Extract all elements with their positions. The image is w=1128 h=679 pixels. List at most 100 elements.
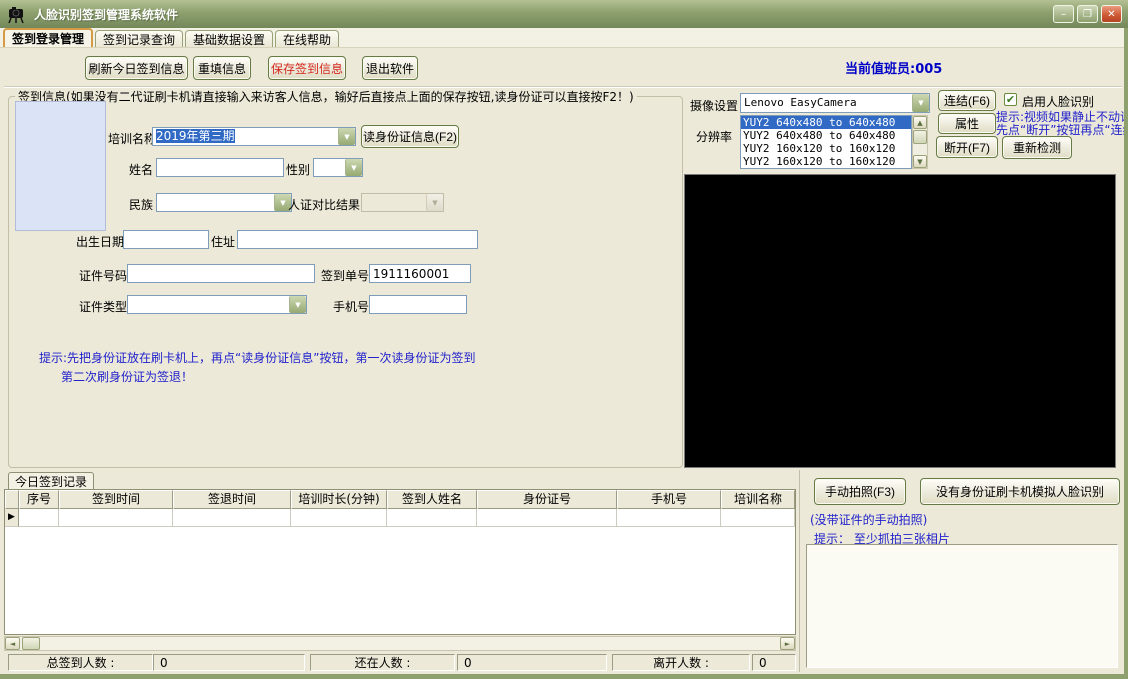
properties-button[interactable]: 属性 xyxy=(938,113,996,134)
connect-button[interactable]: 连结(F6) xyxy=(938,90,996,111)
resolution-option[interactable]: YUY2 320x240 to 320x240 xyxy=(741,168,911,169)
resolution-option[interactable]: YUY2 640x480 to 640x480 xyxy=(741,129,911,142)
training-name-combo[interactable]: 2019年第三期 ▼ xyxy=(152,127,356,146)
signin-no-input[interactable] xyxy=(369,264,471,283)
manual-photo-note: (没带证件的手动拍照) xyxy=(810,511,927,528)
camera-device-combo[interactable]: Lenovo EasyCamera ▼ xyxy=(740,93,930,113)
scrollbar-thumb[interactable] xyxy=(22,637,40,650)
resolution-label: 分辨率 xyxy=(696,128,732,145)
ethnicity-combo[interactable]: ▼ xyxy=(156,193,292,212)
col-name: 签到人姓名 xyxy=(387,490,477,509)
resolution-option[interactable]: YUY2 160x120 to 160x120 xyxy=(741,155,911,168)
verify-result-label: 人证对比结果 xyxy=(288,196,360,213)
still-present-label: 还在人数 : xyxy=(310,654,455,671)
chevron-down-icon[interactable]: ▼ xyxy=(912,94,929,112)
window-title: 人脸识别签到管理系统软件 xyxy=(34,6,178,23)
chevron-down-icon[interactable]: ▼ xyxy=(289,296,306,313)
left-count-label: 离开人数 : xyxy=(612,654,750,671)
table-row[interactable]: ▶ xyxy=(5,509,795,527)
row-selector-icon: ▶ xyxy=(5,509,19,527)
col-phone: 手机号 xyxy=(617,490,721,509)
scroll-up-icon[interactable]: ▲ xyxy=(913,116,927,129)
id-type-combo[interactable]: ▼ xyxy=(127,295,307,314)
tab-online-help[interactable]: 在线帮助 xyxy=(275,30,339,47)
manual-photo-button[interactable]: 手动拍照(F3) xyxy=(814,478,906,505)
window-controls: – ❐ ✕ xyxy=(1053,5,1122,23)
redetect-button[interactable]: 重新检测 xyxy=(1002,136,1072,159)
refresh-today-button[interactable]: 刷新今日签到信息 xyxy=(85,56,188,80)
gender-combo[interactable]: ▼ xyxy=(313,158,363,177)
resolution-scrollbar[interactable]: ▲ ▼ xyxy=(912,115,928,169)
chevron-down-icon: ▼ xyxy=(426,194,443,211)
refill-info-button[interactable]: 重填信息 xyxy=(193,56,251,80)
tab-signin-management[interactable]: 签到登录管理 xyxy=(3,28,93,47)
exit-button[interactable]: 退出软件 xyxy=(362,56,418,80)
signin-hint-line2: 第二次刷身份证为签退！ xyxy=(61,368,193,385)
still-present-value: 0 xyxy=(457,654,607,671)
total-signin-label: 总签到人数 : xyxy=(8,654,153,671)
resolution-option[interactable]: YUY2 160x120 to 160x120 xyxy=(741,142,911,155)
gender-label: 性别 xyxy=(286,161,310,178)
resolution-option[interactable]: YUY2 640x480 to 640x480 xyxy=(741,116,911,129)
titlebar: 人脸识别签到管理系统软件 – ❐ ✕ xyxy=(0,0,1128,28)
save-signin-button[interactable]: 保存签到信息 xyxy=(268,56,346,80)
training-name-label: 培训名称 xyxy=(108,130,156,147)
id-type-label: 证件类型 xyxy=(79,298,127,315)
scroll-right-icon[interactable]: ► xyxy=(780,637,795,650)
row-selector-header xyxy=(5,490,19,509)
app-icon xyxy=(6,4,26,24)
chevron-down-icon[interactable]: ▼ xyxy=(338,128,355,145)
col-training-name: 培训名称 xyxy=(721,490,795,509)
col-seq: 序号 xyxy=(19,490,59,509)
id-number-input[interactable] xyxy=(127,264,315,283)
birth-date-input[interactable] xyxy=(123,230,209,249)
maximize-icon[interactable]: ❐ xyxy=(1077,5,1098,23)
records-header-row: 序号 签到时间 签退时间 培训时长(分钟) 签到人姓名 身份证号 手机号 培训名… xyxy=(5,490,795,509)
camera-video-preview xyxy=(684,174,1116,468)
training-name-value: 2019年第三期 xyxy=(156,129,235,143)
today-records-tab[interactable]: 今日签到记录 xyxy=(8,472,94,489)
camera-settings-label: 摄像设置 xyxy=(690,97,738,114)
phone-input[interactable] xyxy=(369,295,467,314)
disconnect-button[interactable]: 断开(F7) xyxy=(936,136,998,158)
signin-group-title: 签到信息(如果没有二代证刷卡机请直接输入来访客人信息，输好后直接点上面的保存按钮… xyxy=(15,88,637,105)
minimize-icon[interactable]: – xyxy=(1053,5,1074,23)
name-label: 姓名 xyxy=(129,161,153,178)
verify-result-combo: ▼ xyxy=(361,193,444,212)
signin-hint-line1: 提示:先把身份证放在刷卡机上，再点“读身份证信息”按钮，第一次读身份证为签到 xyxy=(39,349,475,366)
tab-base-data-settings[interactable]: 基础数据设置 xyxy=(185,30,273,47)
ethnicity-label: 民族 xyxy=(129,196,153,213)
signin-info-groupbox: 签到信息(如果没有二代证刷卡机请直接输入来访客人信息，输好后直接点上面的保存按钮… xyxy=(8,96,683,468)
window-bottom-border xyxy=(0,674,1128,679)
total-signin-value: 0 xyxy=(153,654,305,671)
address-label: 住址 xyxy=(211,233,235,250)
col-id-number: 身份证号 xyxy=(477,490,617,509)
captured-photos-area xyxy=(806,544,1118,668)
tab-record-query[interactable]: 签到记录查询 xyxy=(95,30,183,47)
col-duration: 培训时长(分钟) xyxy=(291,490,387,509)
read-id-card-button[interactable]: 读身份证信息(F2) xyxy=(361,125,459,148)
camera-device-value: Lenovo EasyCamera xyxy=(741,94,912,112)
id-number-label: 证件号码 xyxy=(79,267,127,284)
phone-label: 手机号 xyxy=(333,298,369,315)
scroll-left-icon[interactable]: ◄ xyxy=(5,637,20,650)
resolution-listbox[interactable]: YUY2 640x480 to 640x480 YUY2 640x480 to … xyxy=(740,115,912,169)
app-window: 人脸识别签到管理系统软件 – ❐ ✕ 签到登录管理 签到记录查询 基础数据设置 … xyxy=(0,0,1128,679)
name-input[interactable] xyxy=(156,158,284,177)
id-photo-placeholder xyxy=(15,101,106,231)
simulate-face-recognition-button[interactable]: 没有身份证刷卡机模拟人脸识别 xyxy=(920,478,1120,505)
records-hscrollbar[interactable]: ◄ ► xyxy=(4,636,796,651)
birth-date-label: 出生日期 xyxy=(76,233,124,250)
current-operator: 当前值班员:005 xyxy=(845,58,942,77)
scroll-down-icon[interactable]: ▼ xyxy=(913,155,927,168)
close-icon[interactable]: ✕ xyxy=(1101,5,1122,23)
records-table: 序号 签到时间 签退时间 培训时长(分钟) 签到人姓名 身份证号 手机号 培训名… xyxy=(4,489,796,635)
face-recognition-checkbox[interactable]: ✔ xyxy=(1004,93,1017,106)
col-signin-time: 签到时间 xyxy=(59,490,173,509)
scrollbar-thumb[interactable] xyxy=(913,130,927,144)
col-signout-time: 签退时间 xyxy=(173,490,291,509)
address-input[interactable] xyxy=(237,230,478,249)
signin-no-label: 签到单号 xyxy=(321,267,369,284)
window-right-border xyxy=(1124,28,1128,679)
chevron-down-icon[interactable]: ▼ xyxy=(345,159,362,176)
